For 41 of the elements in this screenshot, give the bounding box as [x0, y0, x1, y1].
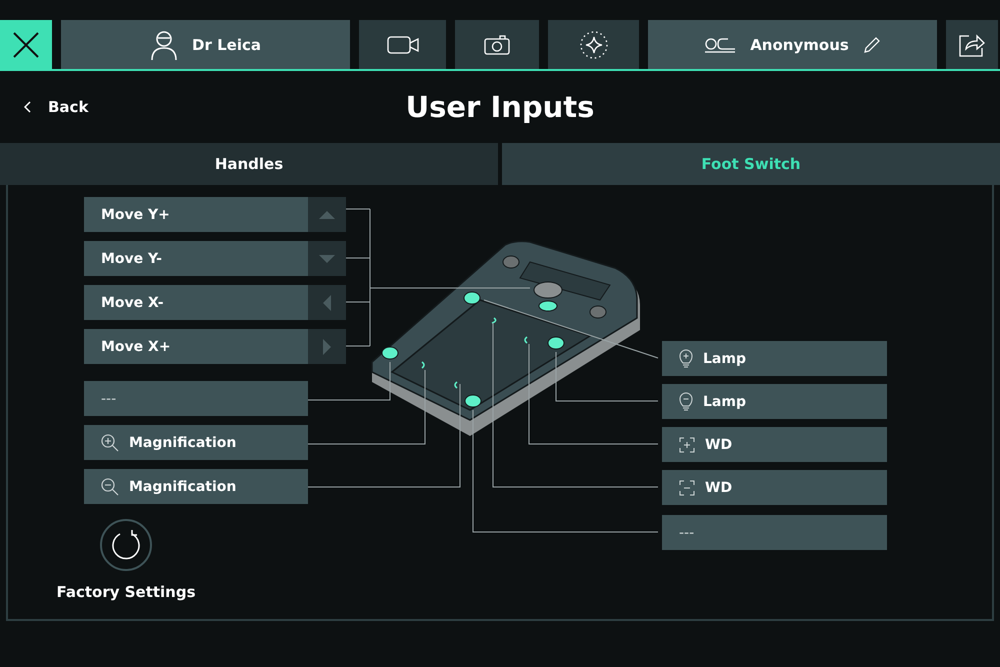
pencil-icon: [862, 36, 881, 54]
input-assignment-button[interactable]: Move X+: [84, 329, 308, 364]
page-title: User Inputs: [406, 90, 594, 124]
video-camera-icon: [386, 34, 418, 54]
reset-icon: [110, 529, 142, 561]
tab[interactable]: Foot Switch: [502, 143, 1000, 185]
user-button[interactable]: Dr Leica: [61, 20, 350, 69]
patient-button[interactable]: Anonymous: [648, 20, 937, 69]
tab[interactable]: Handles: [0, 143, 498, 185]
camera-button[interactable]: [455, 20, 539, 69]
share-button[interactable]: [946, 20, 998, 69]
chevron-left-icon: [24, 101, 32, 113]
input-assignment-button[interactable]: WD: [662, 427, 887, 462]
input-assignment-button[interactable]: Move Y-: [84, 241, 308, 276]
zoom-out-icon: [101, 478, 119, 496]
patient-icon: [704, 36, 736, 52]
input-assignment-button[interactable]: ---: [662, 515, 887, 550]
camera-icon: [484, 34, 510, 54]
input-assignment-button[interactable]: ---: [84, 381, 308, 416]
light-bulb-icon: [679, 392, 693, 412]
back-button[interactable]: Back: [18, 97, 94, 117]
input-assignment-button[interactable]: Magnification: [84, 469, 308, 504]
input-assignment-button[interactable]: Magnification: [84, 425, 308, 460]
input-assignment-button[interactable]: Lamp: [662, 341, 887, 376]
factory-settings-label: Factory Settings: [56, 583, 196, 601]
close-button[interactable]: [0, 20, 52, 69]
input-assignment-button[interactable]: Move Y+: [84, 197, 308, 232]
sparkle-icon: [578, 30, 608, 60]
zoom-in-icon: [101, 434, 119, 452]
input-assignment-button[interactable]: Lamp: [662, 384, 887, 419]
focus-frame-icon: [679, 480, 695, 496]
sparkle-button[interactable]: [548, 20, 639, 69]
focus-frame-icon: [679, 436, 695, 452]
share-icon: [959, 32, 985, 56]
factory-reset-button[interactable]: [100, 519, 152, 571]
close-icon: [13, 32, 39, 58]
user-icon: [150, 28, 178, 60]
input-assignment-button[interactable]: WD: [662, 470, 887, 505]
input-assignment-button[interactable]: Move X-: [84, 285, 308, 320]
video-button[interactable]: [359, 20, 446, 69]
light-bulb-icon: [679, 348, 693, 368]
